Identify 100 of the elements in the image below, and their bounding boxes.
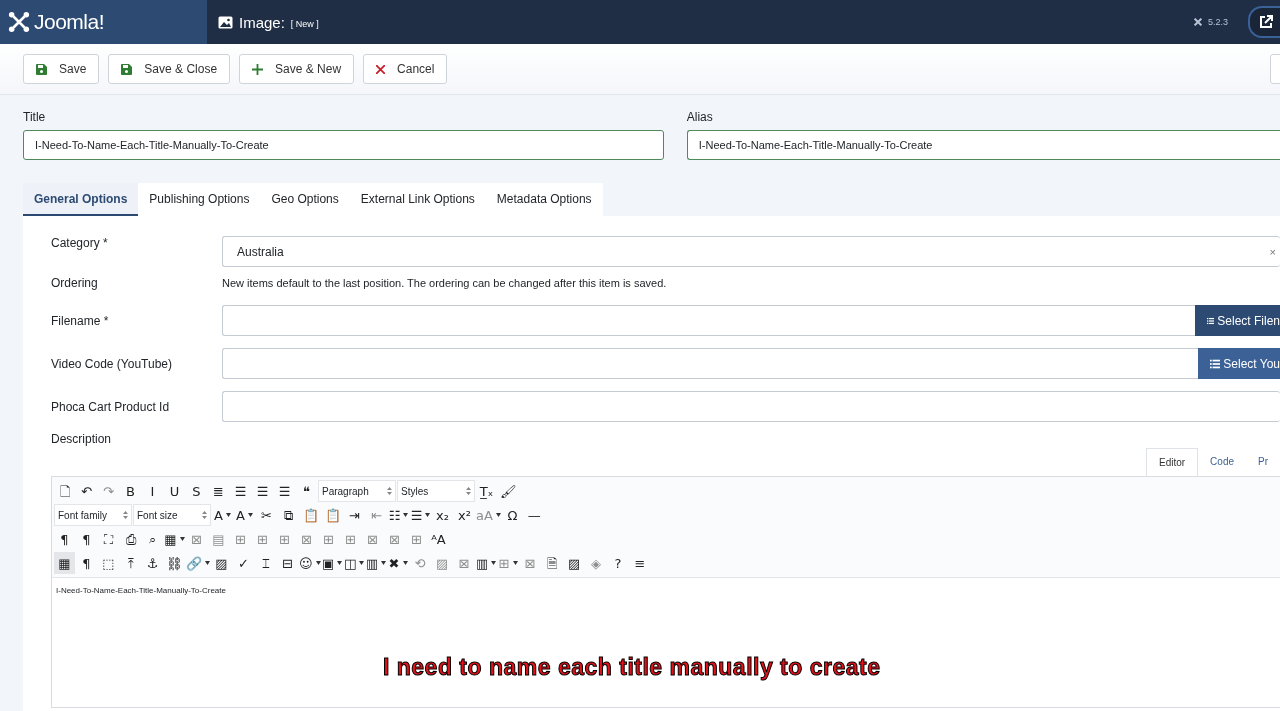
new-document-icon[interactable]: 🗋 (54, 480, 75, 502)
undo-icon[interactable]: ↶ (76, 480, 97, 502)
save-icon (36, 63, 47, 75)
rtl-icon[interactable]: ¶ (76, 528, 97, 550)
logo-text: Joomla! (34, 10, 105, 34)
clear-format-icon[interactable]: T̲ₓ (476, 480, 497, 502)
list-icon (1210, 358, 1221, 369)
paste-text-icon[interactable]: 📋 (322, 504, 343, 526)
external-link-button[interactable] (1248, 6, 1280, 38)
new-icon (252, 63, 264, 75)
tab[interactable]: General Options (23, 183, 139, 216)
ordering-note: New items default to the last position. The ordering can be changed after this item is saved. (222, 277, 667, 289)
toolbar-button[interactable]: Save (23, 54, 100, 84)
superscript-icon[interactable]: x² (454, 504, 475, 526)
image-icon[interactable]: ▨ (563, 552, 585, 574)
search-icon[interactable]: ⌕ (142, 528, 163, 550)
blockquote-icon[interactable]: ❝ (296, 480, 317, 502)
underline-icon[interactable]: U (164, 480, 185, 502)
category-select[interactable]: Australia × (222, 236, 1280, 267)
omega-icon[interactable]: Ω (501, 504, 523, 526)
subscript-icon[interactable]: x₂ (432, 504, 453, 526)
select-label: Paragraph (322, 485, 369, 497)
select-label: Font family (58, 509, 107, 521)
nonbreaking-icon[interactable]: ⌶ (255, 552, 276, 574)
font-size-select[interactable]: Font size (133, 504, 211, 526)
joomla-logo-icon (8, 11, 30, 33)
image-icon[interactable]: ▨ (211, 552, 232, 574)
print-icon[interactable]: ⎙ (120, 528, 141, 550)
alias-input[interactable]: I-Need-To-Name-Each-Title-Manually-To-Create (686, 130, 1280, 160)
select-button[interactable]: Select Filen (1195, 305, 1280, 336)
italic-icon[interactable]: I (142, 480, 163, 502)
save-icon (121, 63, 133, 75)
toolbar-button[interactable]: Save & Close (108, 54, 231, 84)
menu-icon[interactable]: ≡ (629, 552, 651, 574)
editor-text: I-Need-To-Name-Each-Title-Manually-To-Create (55, 585, 227, 597)
updown-arrow-icon (202, 511, 207, 519)
title-label: Title (23, 110, 47, 124)
annotation-text: I need to name each title manually to create (383, 654, 881, 681)
alias-label: Alias (686, 110, 714, 124)
justify-icon[interactable]: ≣ (208, 480, 229, 502)
spellcheck-icon[interactable]: ✓ (233, 552, 254, 574)
joomla-icon (1193, 18, 1202, 26)
updown-arrow-icon (123, 511, 128, 519)
font-size-icon[interactable]: ᴬA (428, 528, 449, 550)
fullscreen-icon[interactable]: ⛶ (98, 528, 119, 550)
editor-tab[interactable]: Editor (1145, 448, 1199, 476)
align-right-icon[interactable]: ☰ (274, 480, 295, 502)
updown-arrow-icon (466, 487, 471, 495)
toolbar-button[interactable]: Save & New (239, 54, 355, 84)
page-break-icon[interactable]: ⊟ (277, 552, 298, 574)
upload-icon[interactable]: ⤒ (120, 552, 141, 574)
toolbar-button[interactable]: Cancel (363, 54, 448, 84)
document-icon[interactable]: 🗎 (541, 552, 563, 574)
bold-icon[interactable]: B (120, 480, 141, 502)
field-label: Phoca Cart Product Id (51, 399, 171, 414)
anchor-icon[interactable]: ⚓ (142, 552, 163, 574)
unlink-icon[interactable]: ⛓ (164, 552, 185, 574)
grid-icon[interactable]: ▦ (54, 552, 75, 574)
indent-icon[interactable]: ⇥ (344, 504, 365, 526)
select-label: Font size (137, 509, 178, 521)
align-left-icon[interactable]: ☰ (252, 480, 273, 502)
align-center-icon[interactable]: ☰ (230, 480, 251, 502)
paragraph-select[interactable]: Paragraph (318, 480, 396, 502)
horizontal-line-icon[interactable]: — (523, 504, 545, 526)
input-field[interactable] (222, 305, 1195, 336)
copy-icon[interactable]: ⧉ (278, 504, 299, 526)
cut-icon[interactable]: ✂ (256, 504, 277, 526)
editor-tab[interactable]: Pr (1246, 448, 1280, 476)
title-tag: [ New ] (290, 18, 319, 29)
tab[interactable]: External Link Options (349, 183, 486, 216)
pilcrow-icon[interactable]: ¶ (76, 552, 97, 574)
ltr-icon[interactable]: ¶ (54, 528, 75, 550)
version-text: 5.2.3 (1207, 17, 1228, 27)
tab[interactable]: Publishing Options (138, 183, 261, 216)
select-value: Australia (237, 244, 284, 259)
page-title: Image: (239, 13, 285, 31)
updown-arrow-icon (387, 487, 392, 495)
help-icon[interactable]: ? (607, 552, 629, 574)
tab[interactable]: Metadata Options (485, 183, 603, 216)
cancel-icon (376, 64, 386, 74)
editor-tab[interactable]: Code (1198, 448, 1246, 476)
field-label: Video Code (YouTube) (51, 356, 173, 371)
field-label: Ordering (51, 276, 99, 290)
dashed-box-icon[interactable]: ⬚ (98, 552, 119, 574)
font-family-select[interactable]: Font family (54, 504, 132, 526)
tab[interactable]: Geo Options (260, 183, 350, 216)
paste-icon[interactable]: 📋 (300, 504, 321, 526)
brush-icon[interactable]: 🖌 (498, 480, 519, 502)
clear-button[interactable]: × (1269, 245, 1276, 258)
input-field[interactable] (222, 348, 1198, 379)
field-label: Filename * (51, 313, 110, 328)
external-link-icon (1259, 15, 1273, 29)
toolbar-button[interactable] (1270, 54, 1280, 84)
select-button[interactable]: Select You (1198, 348, 1280, 379)
title-input[interactable]: I-Need-To-Name-Each-Title-Manually-To-Create (23, 130, 664, 160)
styles-select[interactable]: Styles (397, 480, 475, 502)
list-icon (1207, 315, 1215, 326)
input-field[interactable] (222, 391, 1280, 422)
select-label: Styles (401, 485, 429, 497)
strikethrough-icon[interactable]: S (186, 480, 207, 502)
